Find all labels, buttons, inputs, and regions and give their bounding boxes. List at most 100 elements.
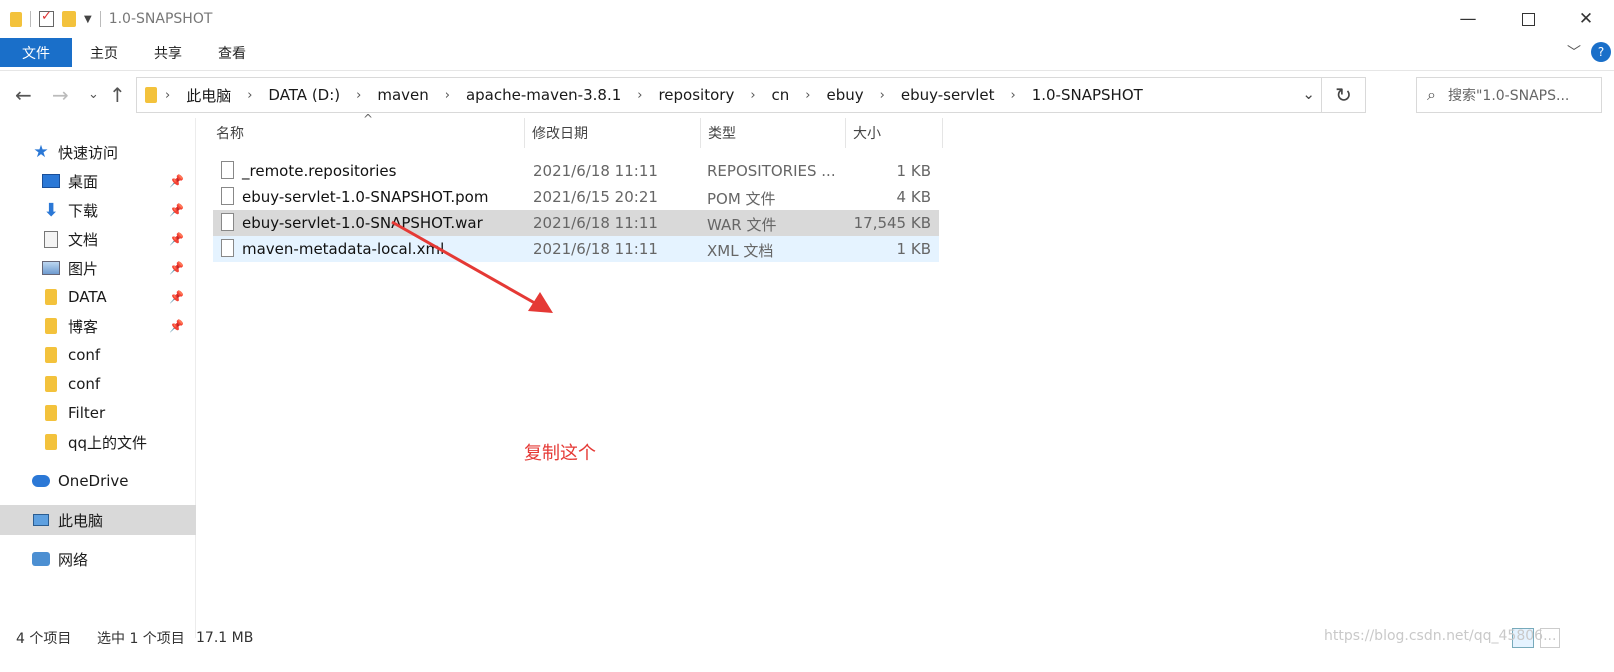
sidebar-item-filter[interactable]: Filter [0,398,196,428]
address-bar[interactable]: › 此电脑 › DATA (D:) › maven › apache-maven… [136,77,1366,113]
column-header-name[interactable]: 名称 ^ [213,112,525,148]
sidebar-item-conf-2[interactable]: conf [0,369,196,399]
sidebar-item-label: 下载 [68,201,99,220]
breadcrumb-separator[interactable]: › [872,88,893,103]
properties-icon[interactable] [39,9,54,27]
sidebar-item-onedrive[interactable]: OneDrive [0,466,196,496]
sidebar-item-label: 桌面 [68,172,99,191]
help-button[interactable]: ? [1591,42,1611,62]
file-icon [221,187,234,205]
pin-icon[interactable]: 📌 [169,261,184,275]
network-icon [32,550,50,568]
sidebar-item-label: 此电脑 [58,511,104,530]
new-folder-icon[interactable] [62,11,76,27]
breadcrumb-separator[interactable]: › [629,88,650,103]
column-label: 类型 [708,126,736,142]
sidebar-item-conf[interactable]: conf [0,340,196,370]
breadcrumb-ebuy[interactable]: ebuy [819,86,872,104]
breadcrumb-separator[interactable]: › [742,88,763,103]
tab-view[interactable]: 查看 [200,38,264,67]
sidebar-item-documents[interactable]: 文档 📌 [0,224,196,254]
breadcrumb-repository[interactable]: repository [650,86,742,104]
title-bar: ▼ 1.0-SNAPSHOT — ✕ [0,0,1614,38]
column-header-date[interactable]: 修改日期 [525,118,701,148]
document-icon [42,230,60,248]
recent-locations-button[interactable]: ⌄ [88,87,99,102]
file-type: REPOSITORIES ... [707,162,836,180]
sidebar-item-this-pc[interactable]: 此电脑 [0,505,196,535]
sidebar-item-label: 网络 [58,550,89,569]
item-count: 4 个项目 [16,631,72,647]
column-header-size[interactable]: 大小 [846,118,943,148]
sidebar-item-network[interactable]: 网络 [0,544,196,574]
breadcrumb-snapshot[interactable]: 1.0-SNAPSHOT [1024,86,1151,104]
file-size: 1 KB [896,240,931,258]
sidebar-item-desktop[interactable]: 桌面 📌 [0,166,196,196]
file-row-selected[interactable]: ebuy-servlet-1.0-SNAPSHOT.war 2021/6/18 … [213,210,939,236]
column-header-type[interactable]: 类型 [701,118,846,148]
up-button[interactable]: ↑ [109,83,126,107]
file-date: 2021/6/18 11:11 [533,240,658,258]
folder-icon [42,317,60,335]
minimize-button[interactable]: — [1440,0,1496,38]
sidebar-item-blog[interactable]: 博客 📌 [0,311,196,341]
breadcrumb-separator[interactable]: › [437,88,458,103]
sidebar-item-label: qq上的文件 [68,433,148,452]
forward-button[interactable]: → [52,83,69,107]
column-label: 修改日期 [532,126,588,142]
file-size: 4 KB [896,188,931,206]
breadcrumb-separator[interactable]: › [797,88,818,103]
pin-icon[interactable]: 📌 [169,319,184,333]
sidebar-item-qq-files[interactable]: qq上的文件 [0,427,196,457]
search-input[interactable]: ⌕ 搜索"1.0-SNAPS... [1416,77,1602,113]
expand-ribbon-button[interactable]: ﹀ [1567,42,1581,62]
breadcrumb-maven[interactable]: maven [369,86,436,104]
back-button[interactable]: ← [15,83,32,107]
customize-toolbar-dropdown[interactable]: ▼ [84,14,92,25]
sidebar-item-quick-access[interactable]: ★ 快速访问 [0,137,196,167]
file-date: 2021/6/15 20:21 [533,188,658,206]
breadcrumb-separator[interactable]: › [348,88,369,103]
file-icon [221,161,234,179]
breadcrumb-separator[interactable]: › [157,88,178,103]
breadcrumb-ebuy-servlet[interactable]: ebuy-servlet [893,86,1003,104]
star-icon: ★ [33,142,49,162]
pin-icon[interactable]: 📌 [169,290,184,304]
pin-icon[interactable]: 📌 [169,203,184,217]
sidebar-item-pictures[interactable]: 图片 📌 [0,253,196,283]
sidebar-item-label: conf [68,346,101,364]
breadcrumb-cn[interactable]: cn [764,86,798,104]
sidebar-item-data[interactable]: DATA 📌 [0,282,196,312]
breadcrumb-this-pc[interactable]: 此电脑 [178,85,239,106]
maximize-icon [1521,12,1535,26]
sidebar-item-downloads[interactable]: ⬇ 下载 📌 [0,195,196,225]
breadcrumb-apache-maven[interactable]: apache-maven-3.8.1 [458,86,629,104]
file-row-hover[interactable]: maven-metadata-local.xml 2021/6/18 11:11… [213,236,939,262]
search-icon: ⌕ [1427,85,1436,104]
tab-share[interactable]: 共享 [136,38,200,67]
address-history-dropdown[interactable]: ⌄ [1302,85,1315,103]
search-placeholder: 搜索"1.0-SNAPS... [1447,88,1570,104]
window-title: 1.0-SNAPSHOT [108,11,213,27]
tab-file[interactable]: 文件 [0,38,72,67]
tab-home[interactable]: 主页 [72,38,136,67]
ribbon-tabs: 文件 主页 共享 查看 ﹀ ? [0,38,1614,67]
breadcrumb-data-drive[interactable]: DATA (D:) [260,86,348,104]
pin-icon[interactable]: 📌 [169,232,184,246]
refresh-button[interactable]: ↻ [1321,78,1365,112]
breadcrumb-separator[interactable]: › [239,88,260,103]
breadcrumb-separator[interactable]: › [1003,88,1024,103]
file-name: maven-metadata-local.xml [242,240,445,258]
navigation-pane: ★ 快速访问 桌面 📌 ⬇ 下载 📌 文档 📌 图片 📌 DATA 📌 博客 📌… [0,118,196,638]
file-name: _remote.repositories [242,162,397,180]
file-row[interactable]: ebuy-servlet-1.0-SNAPSHOT.pom 2021/6/15 … [213,184,939,210]
file-type: WAR 文件 [707,216,777,234]
file-type: XML 文档 [707,242,774,260]
folder-icon [145,87,157,103]
maximize-button[interactable] [1500,0,1556,38]
sidebar-item-label: conf [68,375,101,393]
close-button[interactable]: ✕ [1558,0,1614,38]
pin-icon[interactable]: 📌 [169,174,184,188]
file-size: 17,545 KB [853,214,931,232]
file-row[interactable]: _remote.repositories 2021/6/18 11:11 REP… [213,158,939,184]
